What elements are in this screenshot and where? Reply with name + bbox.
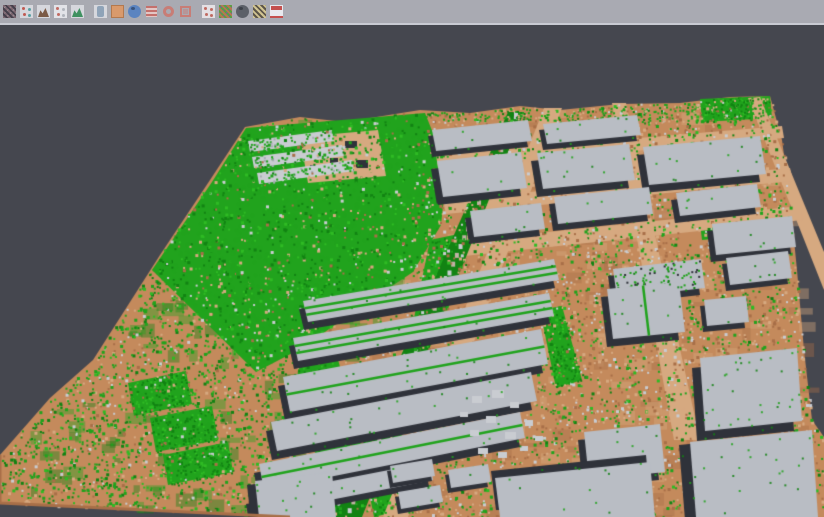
ortho-tile-icon[interactable] xyxy=(110,4,125,19)
globe-icon[interactable] xyxy=(127,4,142,19)
3d-viewport[interactable] xyxy=(0,25,824,517)
report-icon[interactable] xyxy=(269,4,284,19)
toolbar xyxy=(0,0,824,23)
sparse-points-icon[interactable] xyxy=(53,4,68,19)
annotated-map-icon[interactable] xyxy=(252,4,267,19)
terrain-model-icon[interactable] xyxy=(36,4,51,19)
toolbar-icon-strip xyxy=(1,4,285,19)
clip-region-icon[interactable] xyxy=(201,4,216,19)
target-ring-icon[interactable] xyxy=(161,4,176,19)
scatter-compare-icon[interactable] xyxy=(19,4,34,19)
render-sphere-icon[interactable] xyxy=(235,4,250,19)
point-cloud-icon[interactable] xyxy=(2,4,17,19)
layer-list-icon[interactable] xyxy=(144,4,159,19)
app-window xyxy=(0,0,824,517)
classification-map-icon[interactable] xyxy=(218,4,233,19)
column-profile-icon[interactable] xyxy=(93,4,108,19)
scene-canvas[interactable] xyxy=(0,25,824,517)
vegetation-model-icon[interactable] xyxy=(70,4,85,19)
selection-brackets-icon[interactable] xyxy=(178,4,193,19)
